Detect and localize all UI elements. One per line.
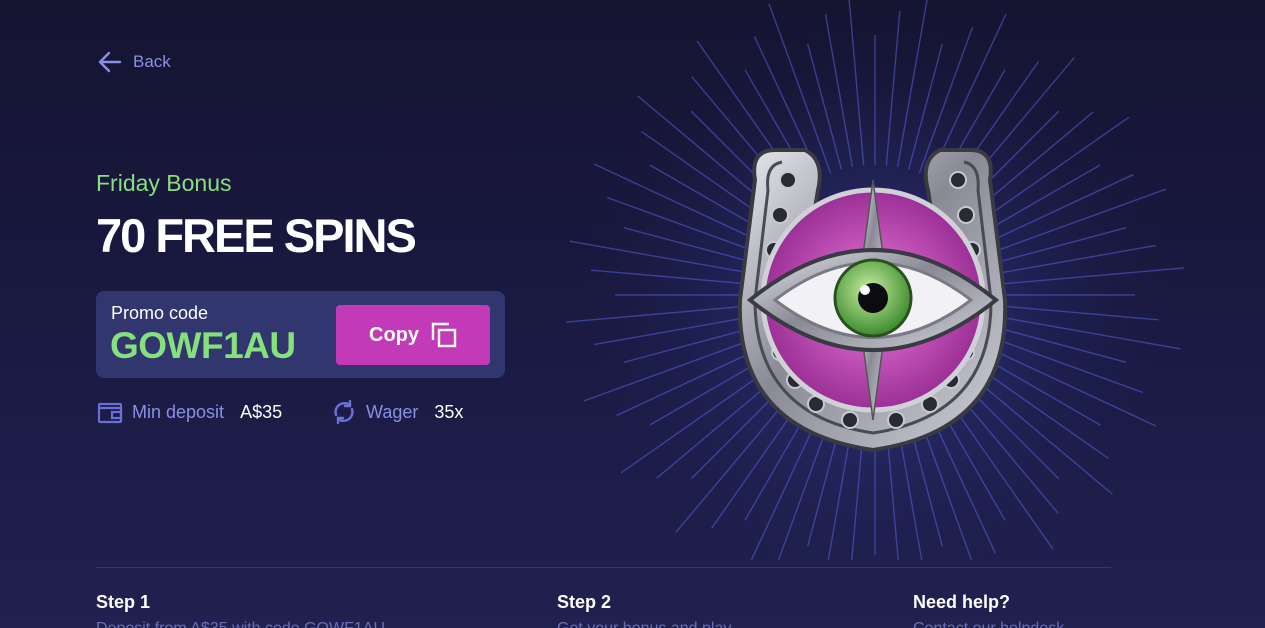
step-2-title: Step 2	[557, 592, 612, 612]
wager-value: 35x	[434, 401, 464, 422]
wallet-icon	[97, 402, 123, 424]
arrow-left-icon	[98, 51, 122, 73]
back-label: Back	[133, 52, 171, 71]
promo-card: Promo code GOWF1AU Copy	[96, 291, 505, 378]
step-1-text: Deposit from A$35 with code GOWF1AU	[96, 620, 385, 628]
step-2-text: Get your bonus and play	[557, 620, 731, 628]
wager-label: Wager	[366, 401, 419, 422]
wager: Wager 35x	[330, 398, 463, 426]
horseshoe-eye-illustration	[566, 0, 1184, 560]
min-deposit-label: Min deposit	[132, 401, 225, 422]
offer-title: 70 FREE SPINS	[96, 209, 417, 262]
min-deposit-value: A$35	[240, 401, 283, 422]
copy-label: Copy	[369, 323, 419, 346]
promo-code[interactable]: GOWF1AU	[110, 325, 296, 367]
back-link[interactable]: Back	[97, 50, 171, 74]
help-title: Need help?	[913, 592, 1011, 612]
copy-button[interactable]: Copy	[336, 305, 490, 365]
step-1-title: Step 1	[96, 592, 151, 612]
promo-label: Promo code	[111, 303, 209, 323]
divider	[96, 567, 1111, 568]
min-deposit: Min deposit A$35	[96, 398, 282, 426]
copy-icon	[431, 322, 457, 348]
offer-eyebrow: Friday Bonus	[96, 170, 232, 196]
help-text[interactable]: Contact our helpdesk	[913, 620, 1064, 628]
refresh-icon	[334, 399, 354, 425]
bonus-page: Back Friday Bonus 70 FREE SPINS Promo co…	[0, 0, 1265, 628]
